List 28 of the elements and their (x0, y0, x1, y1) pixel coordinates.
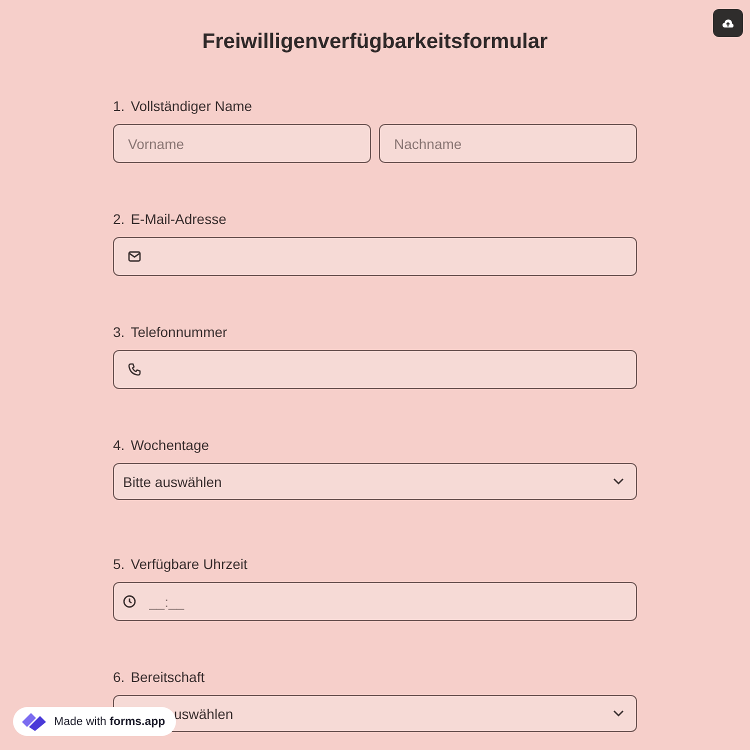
question-label: E-Mail-Adresse (130, 211, 226, 227)
logo-icon (20, 710, 48, 732)
cloud-upload-icon (722, 18, 734, 28)
dropdown[interactable]: Bitte auswählen (113, 463, 637, 500)
form-title: Freiwilligenverfügbarkeitsformular (201, 30, 549, 54)
made-with-badge[interactable]: Made with forms.app (13, 707, 176, 736)
chevron-down-icon (613, 710, 624, 717)
question-number: 4. (113, 437, 125, 453)
question-label: Verfügbare Uhrzeit (130, 556, 248, 572)
question-number: 3. (113, 324, 125, 340)
question-number: 1. (113, 98, 125, 114)
phone-icon (128, 363, 141, 376)
chevron-down-icon (613, 478, 624, 485)
download-button[interactable] (713, 9, 743, 37)
input-field[interactable] (113, 350, 637, 389)
question-label: Vollständiger Name (130, 98, 252, 114)
question-number: 2. (113, 211, 125, 227)
text-field[interactable]: Nachname (379, 124, 637, 163)
time-field[interactable]: __:__ (113, 582, 637, 621)
question-number: 5. (113, 556, 125, 572)
question-label: Telefonnummer (130, 324, 228, 340)
question-label: Bereitschaft (130, 669, 205, 685)
question-number: 6. (113, 669, 125, 685)
question-label: Wochentage (130, 437, 210, 453)
text-field[interactable]: Vorname (113, 124, 371, 163)
clock-icon (123, 595, 136, 608)
input-field[interactable] (113, 237, 637, 276)
envelope-icon (128, 251, 141, 262)
